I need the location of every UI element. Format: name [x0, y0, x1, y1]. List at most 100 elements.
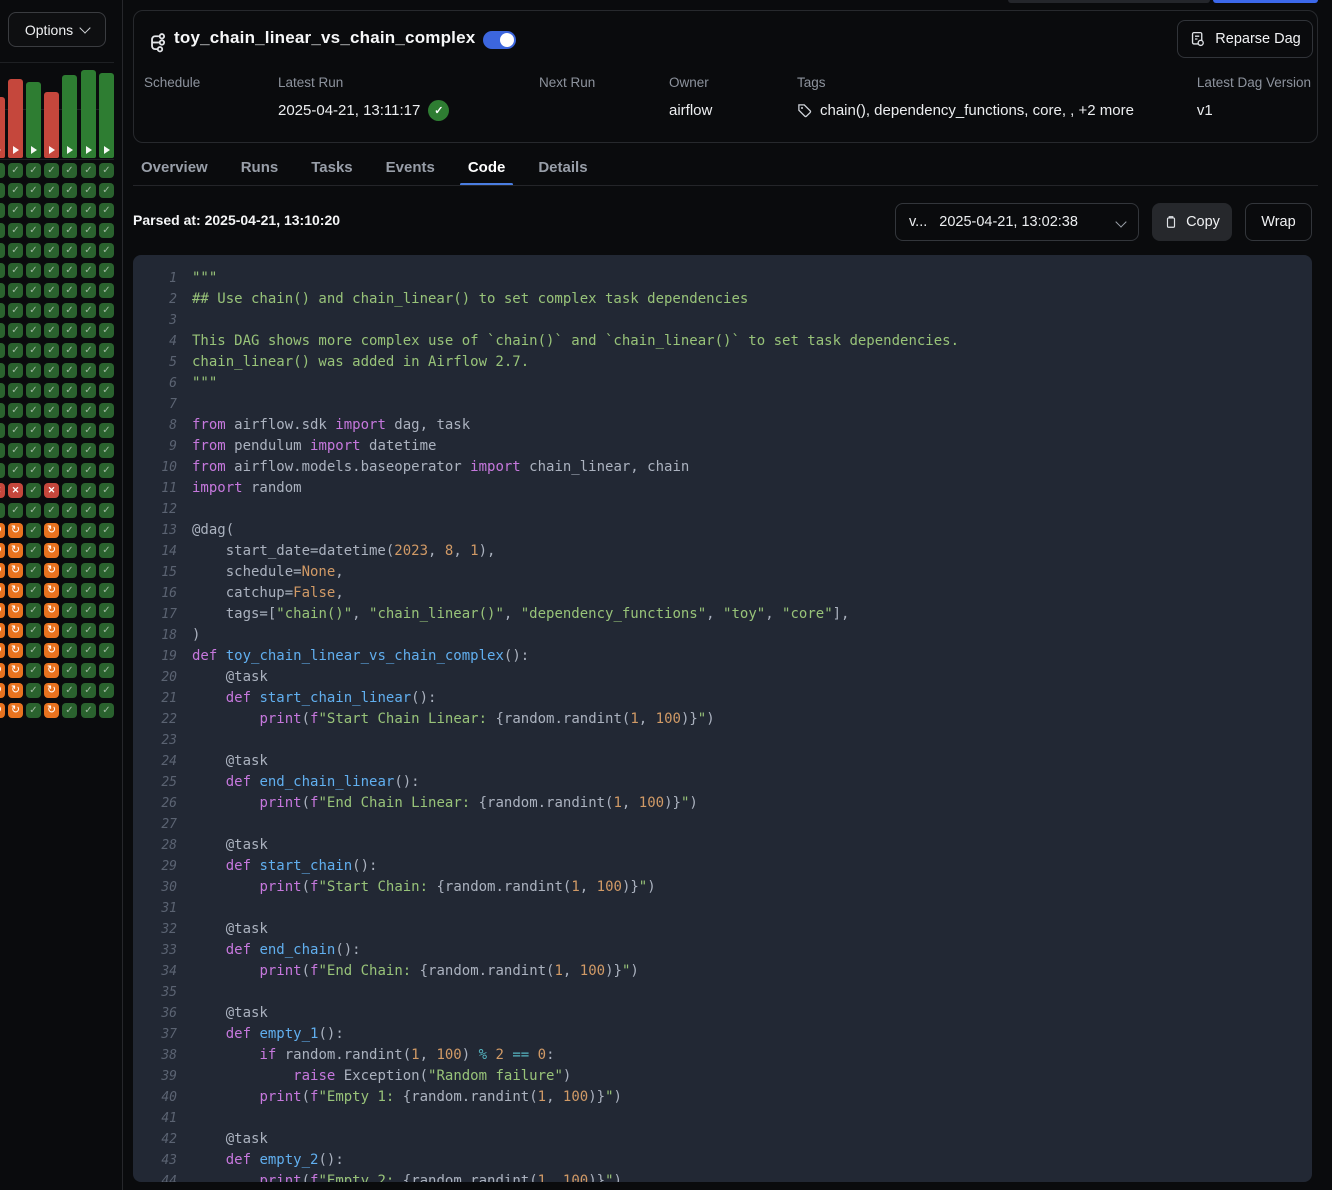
task-instance-square[interactable]: ✓ [99, 523, 114, 538]
task-instance-square[interactable]: ✓ [81, 663, 96, 678]
task-instance-square[interactable]: ✓ [81, 643, 96, 658]
task-instance-square[interactable]: ✓ [44, 383, 59, 398]
task-instance-square[interactable]: ✓ [0, 183, 5, 198]
task-instance-square[interactable]: ✓ [62, 203, 77, 218]
task-instance-square[interactable]: ✓ [81, 683, 96, 698]
task-instance-square[interactable]: ✓ [26, 223, 41, 238]
latest-run-value[interactable]: 2025-04-21, 13:11:17 [278, 102, 420, 119]
task-instance-square[interactable]: ✓ [62, 643, 77, 658]
task-instance-square[interactable]: ✓ [44, 223, 59, 238]
task-instance-square[interactable]: ✓ [99, 343, 114, 358]
task-instance-square[interactable]: ✓ [44, 303, 59, 318]
task-instance-square[interactable]: ↻ [8, 523, 23, 538]
task-instance-square[interactable]: ✓ [26, 243, 41, 258]
task-instance-square[interactable]: ✓ [8, 443, 23, 458]
run-duration-bar[interactable] [62, 75, 77, 158]
task-instance-square[interactable]: ↻ [8, 583, 23, 598]
task-instance-square[interactable]: ✓ [81, 483, 96, 498]
task-instance-square[interactable]: ✓ [44, 503, 59, 518]
task-instance-square[interactable]: ✓ [81, 343, 96, 358]
task-instance-square[interactable]: ✓ [26, 483, 41, 498]
task-instance-square[interactable]: ✓ [26, 603, 41, 618]
task-instance-square[interactable]: ✓ [26, 503, 41, 518]
task-instance-square[interactable]: ✓ [81, 263, 96, 278]
dag-version-select[interactable]: v... 2025-04-21, 13:02:38 [895, 203, 1139, 241]
options-button[interactable]: Options [8, 12, 106, 47]
task-instance-square[interactable]: ✓ [62, 183, 77, 198]
task-instance-square[interactable]: ↻ [8, 703, 23, 718]
tab-tasks[interactable]: Tasks [303, 148, 360, 186]
task-instance-square[interactable]: ✓ [62, 323, 77, 338]
task-instance-square[interactable]: ✓ [26, 423, 41, 438]
task-instance-square[interactable]: ✓ [99, 263, 114, 278]
task-instance-square[interactable]: ✓ [26, 683, 41, 698]
task-instance-square[interactable]: ✓ [0, 163, 5, 178]
task-instance-square[interactable]: ↻ [44, 583, 59, 598]
task-instance-square[interactable]: ✓ [81, 303, 96, 318]
task-instance-square[interactable]: ✓ [62, 243, 77, 258]
task-instance-square[interactable]: ↻ [44, 663, 59, 678]
tab-events[interactable]: Events [378, 148, 443, 186]
task-instance-square[interactable]: ✓ [62, 583, 77, 598]
task-instance-square[interactable]: ✓ [26, 203, 41, 218]
tab-code[interactable]: Code [460, 148, 514, 186]
task-instance-square[interactable]: ✓ [81, 623, 96, 638]
task-instance-square[interactable]: ✓ [81, 703, 96, 718]
task-instance-square[interactable]: ✓ [62, 683, 77, 698]
task-instance-square[interactable]: ✓ [44, 343, 59, 358]
task-instance-square[interactable]: ✓ [8, 163, 23, 178]
task-instance-square[interactable]: ↻ [8, 603, 23, 618]
task-instance-square[interactable]: ✓ [8, 323, 23, 338]
dag-pause-toggle[interactable] [483, 31, 516, 49]
task-instance-square[interactable]: ✓ [0, 243, 5, 258]
task-instance-square[interactable]: ✓ [81, 163, 96, 178]
task-instance-square[interactable]: ✓ [99, 563, 114, 578]
task-instance-square[interactable]: ✕ [8, 483, 23, 498]
task-instance-square[interactable]: ✓ [62, 303, 77, 318]
task-instance-square[interactable]: ✓ [0, 463, 5, 478]
task-instance-square[interactable]: ✓ [26, 643, 41, 658]
task-instance-square[interactable]: ✓ [99, 203, 114, 218]
task-instance-square[interactable]: ✓ [8, 263, 23, 278]
task-instance-square[interactable]: ✓ [0, 363, 5, 378]
task-instance-square[interactable]: ↻ [8, 683, 23, 698]
task-instance-square[interactable]: ✓ [26, 623, 41, 638]
task-instance-square[interactable]: ✓ [81, 223, 96, 238]
run-duration-bar[interactable] [81, 70, 96, 158]
task-instance-square[interactable]: ✓ [0, 423, 5, 438]
task-instance-square[interactable]: ✓ [99, 583, 114, 598]
task-instance-square[interactable]: ✓ [0, 443, 5, 458]
task-instance-square[interactable]: ↻ [44, 643, 59, 658]
task-instance-square[interactable]: ✓ [81, 603, 96, 618]
tab-details[interactable]: Details [530, 148, 595, 186]
task-instance-square[interactable]: ✓ [44, 423, 59, 438]
task-instance-square[interactable]: ✓ [26, 323, 41, 338]
tab-overview[interactable]: Overview [133, 148, 216, 186]
task-instance-square[interactable]: ✓ [62, 483, 77, 498]
task-instance-square[interactable]: ↻ [0, 643, 5, 658]
task-instance-square[interactable]: ↻ [8, 543, 23, 558]
task-instance-square[interactable]: ✓ [99, 603, 114, 618]
task-instance-square[interactable]: ↻ [44, 603, 59, 618]
task-instance-square[interactable]: ✓ [99, 403, 114, 418]
task-instance-square[interactable]: ✓ [8, 383, 23, 398]
run-duration-bar[interactable] [0, 97, 5, 158]
task-instance-square[interactable]: ✓ [81, 583, 96, 598]
task-instance-square[interactable]: ✓ [99, 503, 114, 518]
task-instance-square[interactable]: ✓ [26, 663, 41, 678]
task-instance-square[interactable]: ✓ [44, 363, 59, 378]
task-instance-square[interactable]: ✓ [62, 623, 77, 638]
task-instance-square[interactable]: ↻ [44, 523, 59, 538]
task-instance-square[interactable]: ✓ [99, 623, 114, 638]
task-instance-square[interactable]: ✓ [81, 363, 96, 378]
task-instance-square[interactable]: ✓ [8, 423, 23, 438]
task-instance-square[interactable]: ✓ [44, 163, 59, 178]
task-instance-square[interactable]: ✓ [81, 403, 96, 418]
task-instance-square[interactable]: ✓ [81, 323, 96, 338]
task-instance-square[interactable]: ↻ [0, 543, 5, 558]
task-instance-square[interactable]: ✓ [26, 463, 41, 478]
task-instance-square[interactable]: ↻ [0, 663, 5, 678]
reparse-dag-button[interactable]: Reparse Dag [1177, 20, 1313, 58]
task-instance-square[interactable]: ✓ [99, 643, 114, 658]
task-instance-square[interactable]: ✓ [8, 343, 23, 358]
